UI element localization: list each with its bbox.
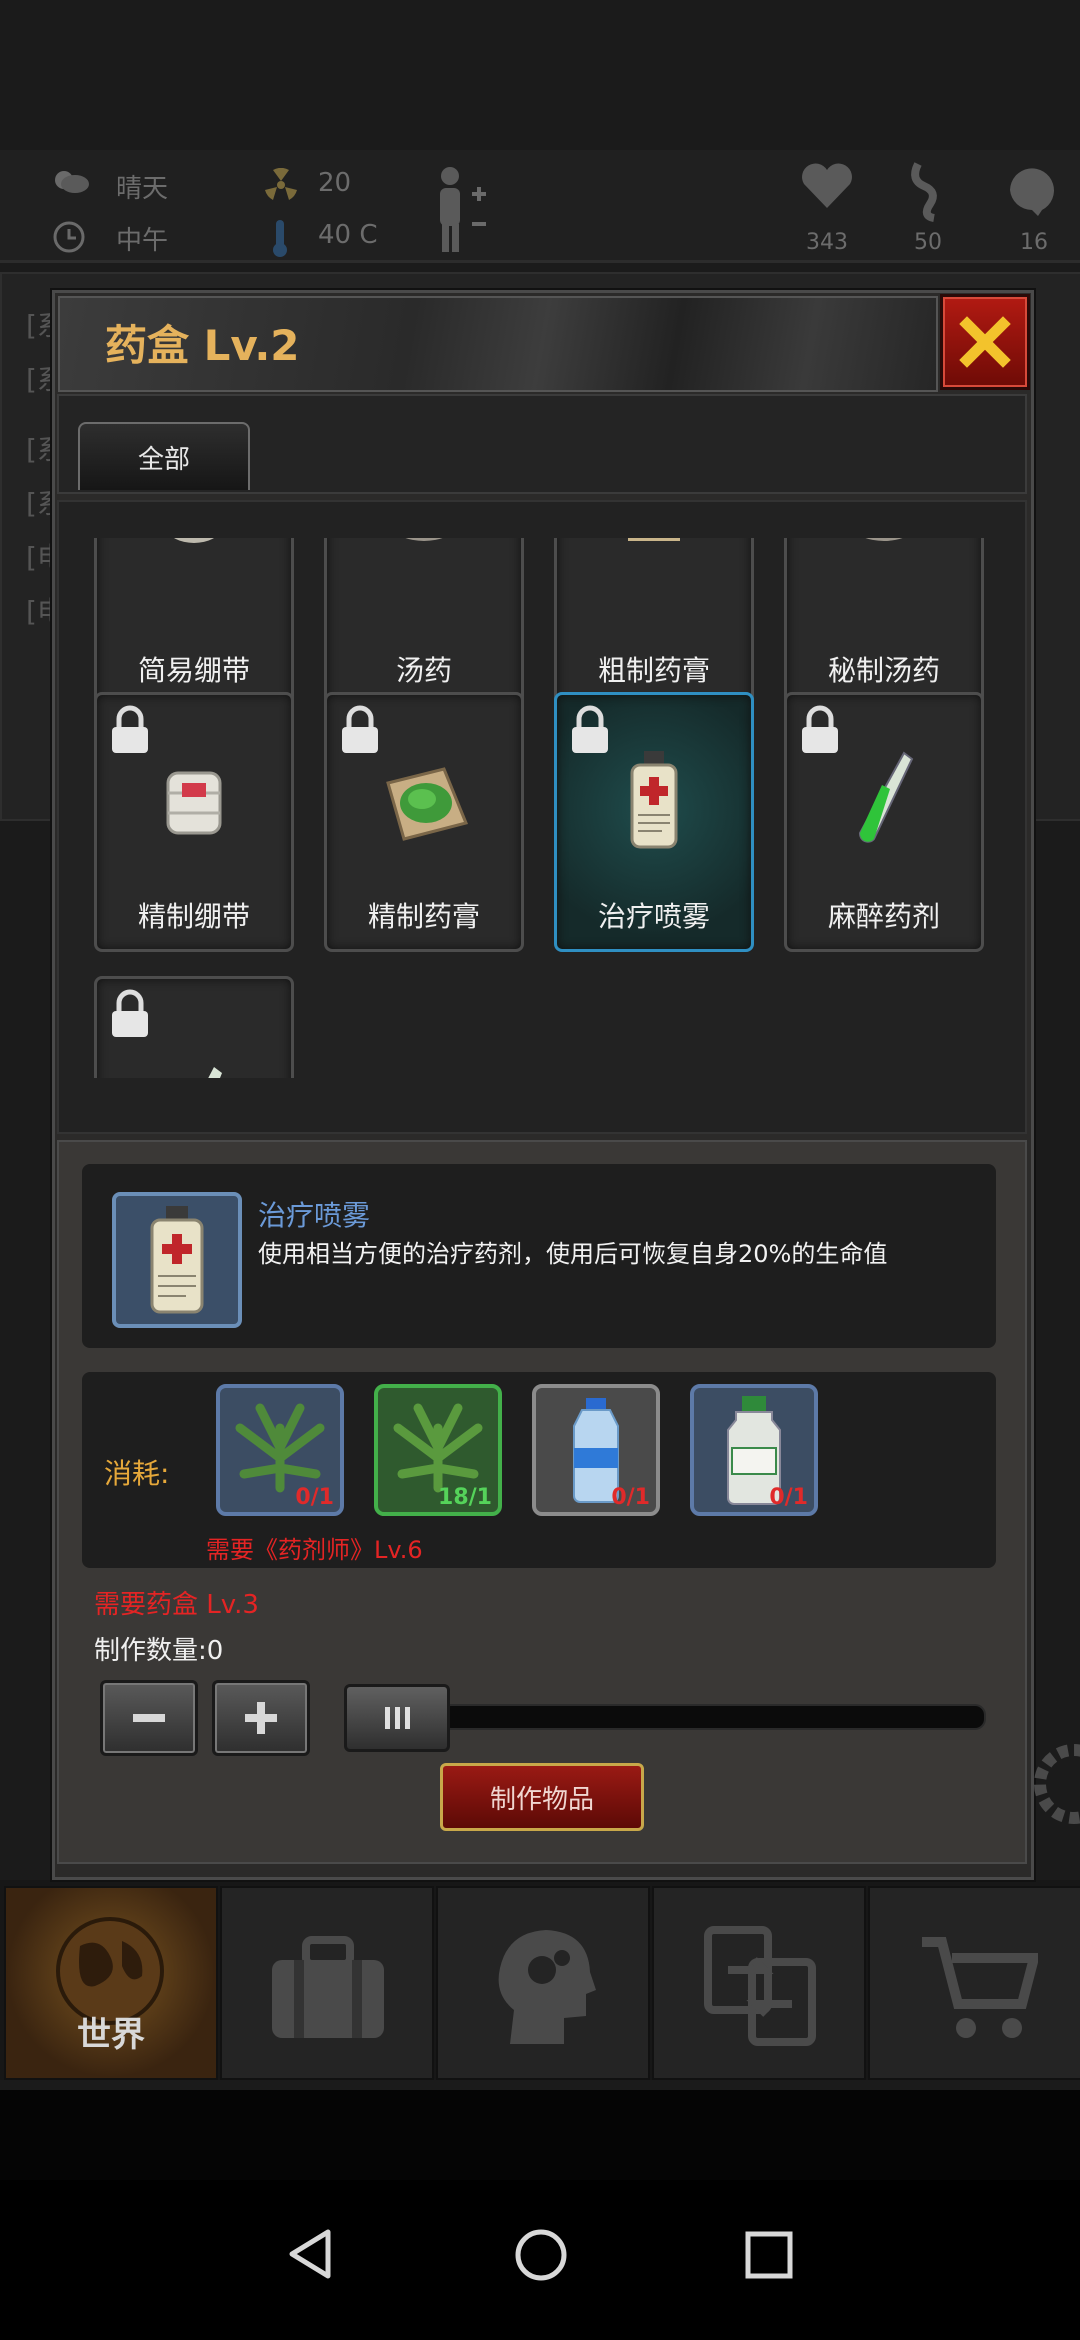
mood-value: 16 (1020, 230, 1048, 255)
recipe-grid[interactable]: 简易绷带 汤药 粗制药膏 秘制汤药 精制绷带 精制药膏 治疗喷雾 麻醉药剂 (70, 538, 1010, 1078)
status-bar: 晴天 中午 20 40 C 343 50 16 (0, 150, 1080, 263)
minus-icon (133, 1714, 165, 1722)
recipe-card[interactable]: 精制绷带 (94, 692, 294, 952)
skill-requirement: 需要《药剂师》Lv.6 (206, 1536, 423, 1564)
recipe-card[interactable] (94, 976, 294, 1078)
cart-icon (922, 1937, 1038, 2038)
stomach-icon (911, 162, 937, 222)
recipe-card-selected[interactable]: 治疗喷雾 (554, 692, 754, 952)
recipe-label: 粗制药膏 (597, 654, 710, 687)
recipe-card[interactable]: 精制药膏 (324, 692, 524, 952)
nav-tab-trade[interactable] (652, 1886, 866, 2080)
consume-label: 消耗: (104, 1457, 170, 1490)
ointment-icon (386, 767, 469, 841)
soup-icon (865, 538, 903, 541)
material-slot[interactable]: 18/1 (374, 1384, 502, 1516)
back-icon[interactable] (286, 2226, 334, 2282)
close-button[interactable] (940, 294, 1030, 390)
quantity-slider-track[interactable] (440, 1704, 986, 1730)
craft-button[interactable]: 制作物品 (440, 1763, 644, 1831)
clock-icon (53, 221, 85, 253)
radiation-icon (265, 168, 297, 200)
ointment-icon (628, 538, 680, 541)
material-slot[interactable]: 0/1 (690, 1384, 818, 1516)
material-count: 0/1 (611, 1485, 650, 1510)
recipe-card[interactable]: 简易绷带 (94, 538, 294, 706)
thermometer-icon (273, 220, 287, 257)
tab-all[interactable]: 全部 (78, 422, 250, 490)
nav-tab-backpack[interactable] (220, 1886, 434, 2080)
recipe-card[interactable]: 麻醉药剂 (784, 692, 984, 952)
material-slot[interactable]: 0/1 (216, 1384, 344, 1516)
material-count: 0/1 (769, 1485, 808, 1510)
nav-tab-skills[interactable] (436, 1886, 650, 2080)
body-status-icon[interactable] (426, 164, 496, 256)
nav-label-world: 世界 (77, 2015, 145, 2055)
plus-icon (245, 1702, 277, 1734)
nav-tab-world[interactable]: 世界 (4, 1886, 218, 2080)
temperature-value: 40 C (318, 220, 378, 250)
quantity-label: 制作数量:0 (94, 1636, 224, 1666)
modal-title: 药盒 Lv.2 (105, 321, 300, 370)
close-icon (959, 316, 1011, 368)
backpack-icon (272, 1936, 384, 2038)
recipe-label: 治疗喷雾 (597, 900, 710, 933)
bandage-icon (174, 538, 214, 543)
recipe-label: 精制绷带 (137, 900, 250, 933)
cloud-sun-icon (55, 171, 89, 193)
recipe-label: 秘制汤药 (827, 654, 940, 687)
mind-icon (1010, 168, 1054, 216)
weather-text: 晴天 (116, 174, 169, 204)
soup-icon (405, 538, 443, 541)
exchange-icon (704, 1926, 816, 2046)
time-text: 中午 (116, 226, 169, 256)
increase-button[interactable] (212, 1680, 310, 1756)
spray-bottle-icon (150, 1206, 204, 1314)
spray-bottle-icon (630, 751, 678, 849)
test-tube-icon (208, 1067, 222, 1078)
recipe-card[interactable]: 汤药 (324, 538, 524, 706)
nav-tab-shop[interactable] (868, 1886, 1080, 2080)
test-tube-icon (858, 751, 914, 843)
head-gears-icon (498, 1930, 596, 2044)
stomach-value: 50 (914, 230, 942, 255)
material-count: 0/1 (295, 1485, 334, 1510)
recipe-card[interactable]: 秘制汤药 (784, 538, 984, 706)
recipe-card[interactable]: 粗制药膏 (554, 538, 754, 706)
quantity-slider-handle[interactable] (344, 1684, 450, 1752)
material-slot[interactable]: 0/1 (532, 1384, 660, 1516)
bottom-nav: 世界 (0, 1880, 1080, 2080)
bandage-icon (166, 771, 222, 835)
recipe-label: 简易绷带 (137, 654, 250, 687)
decrease-button[interactable] (100, 1680, 198, 1756)
health-value: 343 (806, 230, 848, 255)
recipe-label: 汤药 (395, 654, 452, 687)
selected-item-description: 使用相当方便的治疗药剂，使用后可恢复自身20%的生命值 (258, 1240, 888, 1268)
selected-item-frame (112, 1192, 242, 1328)
radiation-value: 20 (318, 168, 352, 198)
settings-gear-icon (1034, 1744, 1080, 1824)
material-count: 18/1 (438, 1485, 492, 1510)
grip-icon (385, 1707, 410, 1729)
recipe-label: 麻醉药剂 (827, 900, 940, 933)
recents-icon[interactable] (744, 2230, 794, 2280)
system-nav-bar (0, 2180, 1080, 2340)
home-icon[interactable] (514, 2228, 568, 2282)
selected-item-name: 治疗喷雾 (258, 1199, 371, 1232)
heart-icon (802, 163, 852, 208)
recipe-label: 精制药膏 (367, 900, 480, 933)
box-requirement: 需要药盒 Lv.3 (94, 1590, 259, 1620)
